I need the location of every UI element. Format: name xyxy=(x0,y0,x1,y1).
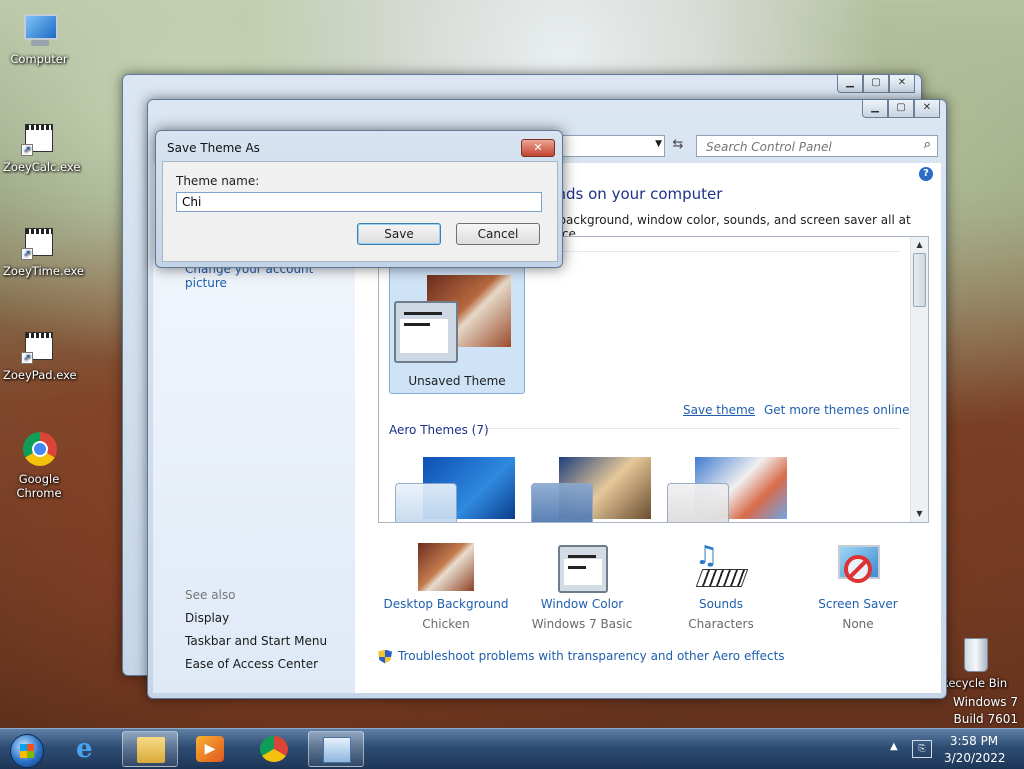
save-theme-dialog[interactable]: Save Theme As ✕ Theme name: Save Cancel xyxy=(155,130,563,268)
refresh-icon[interactable]: ⇆ xyxy=(668,135,688,155)
sounds-icon: ♫ xyxy=(693,541,749,591)
taskbar-media-player[interactable]: ▶ xyxy=(182,731,238,767)
troubleshoot-link[interactable]: Troubleshoot problems with transparency … xyxy=(378,649,785,664)
window-color-value: Windows 7 Basic xyxy=(531,617,633,631)
screen-saver-label: Screen Saver xyxy=(818,597,898,611)
application-icon: ➚ xyxy=(19,222,59,262)
watermark-line2: Build 7601 xyxy=(953,712,1018,726)
maximize-button[interactable]: ▢ xyxy=(863,75,889,93)
start-button[interactable] xyxy=(4,731,48,768)
taskbar-control-panel[interactable] xyxy=(308,731,364,767)
window-color-icon xyxy=(554,543,610,593)
sounds-label: Sounds xyxy=(698,597,744,611)
sidebar-link-ease-of-access[interactable]: Ease of Access Center xyxy=(185,657,318,671)
close-button[interactable]: ✕ xyxy=(889,75,915,93)
taskbar: e ▶ ▲ ⎘ 3:58 PM 3/20/2022 xyxy=(0,728,1024,769)
sounds-button[interactable]: ♫ Sounds Characters xyxy=(656,541,786,631)
screen-saver-icon xyxy=(830,543,886,591)
chevron-down-icon[interactable]: ▼ xyxy=(655,139,662,149)
theme-name-label: Theme name: xyxy=(176,174,260,188)
desktop-icon-zoeytime[interactable]: ➚ ZoeyTime.exe xyxy=(3,222,84,278)
vertical-scrollbar[interactable]: ▲ ▼ xyxy=(910,237,928,522)
maximize-button[interactable]: ▢ xyxy=(888,100,914,118)
desktop-icon-google-chrome[interactable]: Google Chrome xyxy=(3,430,75,500)
scroll-down-icon[interactable]: ▼ xyxy=(911,506,928,522)
desktop-icon-label: Recycle Bin xyxy=(940,676,1008,690)
get-more-themes-link[interactable]: Get more themes online xyxy=(764,403,910,417)
application-icon: ➚ xyxy=(19,326,59,366)
cancel-button[interactable]: Cancel xyxy=(456,223,540,245)
recycle-bin-icon xyxy=(954,634,994,674)
see-also-heading: See also xyxy=(185,588,236,602)
sidebar-link-display[interactable]: Display xyxy=(185,611,229,625)
computer-icon xyxy=(19,10,59,50)
scroll-up-icon[interactable]: ▲ xyxy=(911,237,928,253)
window-color-button[interactable]: Window Color Windows 7 Basic xyxy=(517,543,647,631)
caption-buttons: ▁ ▢ ✕ xyxy=(837,75,915,93)
shield-icon xyxy=(378,649,392,664)
chrome-icon xyxy=(260,736,288,762)
internet-explorer-icon: e xyxy=(76,734,93,764)
scroll-thumb[interactable] xyxy=(913,253,926,307)
media-player-icon: ▶ xyxy=(196,736,224,762)
minimize-button[interactable]: ▁ xyxy=(837,75,863,93)
window-color-label: Window Color xyxy=(540,597,624,611)
divider xyxy=(479,428,900,429)
clock-time[interactable]: 3:58 PM xyxy=(944,734,1004,748)
dialog-title: Save Theme As xyxy=(167,141,260,155)
desktop-background-value: Chicken xyxy=(422,617,470,631)
help-icon[interactable]: ? xyxy=(919,167,933,181)
folder-icon xyxy=(137,737,165,763)
troubleshoot-link-text: Troubleshoot problems with transparency … xyxy=(398,649,785,663)
taskbar-chrome[interactable] xyxy=(246,731,302,767)
page-heading: unds on your computer xyxy=(547,185,723,203)
screen-saver-button[interactable]: Screen Saver None xyxy=(793,543,923,631)
network-icon[interactable]: ⎘ xyxy=(912,740,932,758)
desktop-icon-label: ZoeyTime.exe xyxy=(3,264,84,278)
desktop-background-label: Desktop Background xyxy=(383,597,509,611)
desktop-icon-zoeycalc[interactable]: ➚ ZoeyCalc.exe xyxy=(3,118,81,174)
desktop-icon-zoeypad[interactable]: ➚ ZoeyPad.exe xyxy=(3,326,77,382)
control-panel-icon xyxy=(323,737,351,763)
save-button[interactable]: Save xyxy=(357,223,441,245)
theme-characters[interactable] xyxy=(667,455,787,522)
desktop-background-button[interactable]: Desktop Background Chicken xyxy=(381,543,511,631)
search-box[interactable]: ⌕ xyxy=(696,135,938,157)
desktop-icon-label: ZoeyCalc.exe xyxy=(3,160,81,174)
caption-buttons: ▁ ▢ ✕ xyxy=(862,100,940,118)
close-button[interactable]: ✕ xyxy=(914,100,940,118)
desktop-icon-label: Google Chrome xyxy=(16,472,62,500)
minimize-button[interactable]: ▁ xyxy=(862,100,888,118)
watermark-line1: Windows 7 xyxy=(952,695,1018,709)
dialog-body: Theme name: Save Cancel xyxy=(162,161,558,262)
theme-windows-7[interactable] xyxy=(395,455,515,522)
application-icon: ➚ xyxy=(19,118,59,158)
sounds-value: Characters xyxy=(688,617,754,631)
dialog-close-button[interactable]: ✕ xyxy=(521,139,555,157)
clock-date[interactable]: 3/20/2022 xyxy=(944,751,1006,765)
search-icon[interactable]: ⌕ xyxy=(924,137,931,152)
windows-logo-icon xyxy=(10,734,44,768)
screen-saver-value: None xyxy=(842,617,874,631)
show-hidden-icons[interactable]: ▲ xyxy=(890,741,898,752)
desktop-icon-label: ZoeyPad.exe xyxy=(3,368,77,382)
taskbar-explorer[interactable] xyxy=(122,731,178,767)
window-preview-icon xyxy=(394,301,458,363)
theme-name: Unsaved Theme xyxy=(408,374,506,388)
desktop-icon-computer[interactable]: Computer xyxy=(3,10,75,66)
themes-list: Unsaved Theme Save theme Get more themes… xyxy=(378,236,929,523)
save-theme-link[interactable]: Save theme xyxy=(683,403,755,417)
theme-unsaved[interactable]: Unsaved Theme xyxy=(389,267,525,394)
desktop-background-icon xyxy=(418,543,474,591)
chrome-icon xyxy=(19,430,59,470)
desktop-icon-recycle-bin[interactable]: Recycle Bin xyxy=(938,634,1010,690)
search-input[interactable] xyxy=(704,139,908,155)
sidebar-link-taskbar[interactable]: Taskbar and Start Menu xyxy=(185,634,327,648)
theme-name-input[interactable] xyxy=(176,192,542,212)
aero-themes-heading: Aero Themes (7) xyxy=(389,423,489,437)
theme-architecture[interactable] xyxy=(531,455,651,522)
taskbar-internet-explorer[interactable]: e xyxy=(62,731,118,767)
desktop-icon-label: Computer xyxy=(10,52,68,66)
